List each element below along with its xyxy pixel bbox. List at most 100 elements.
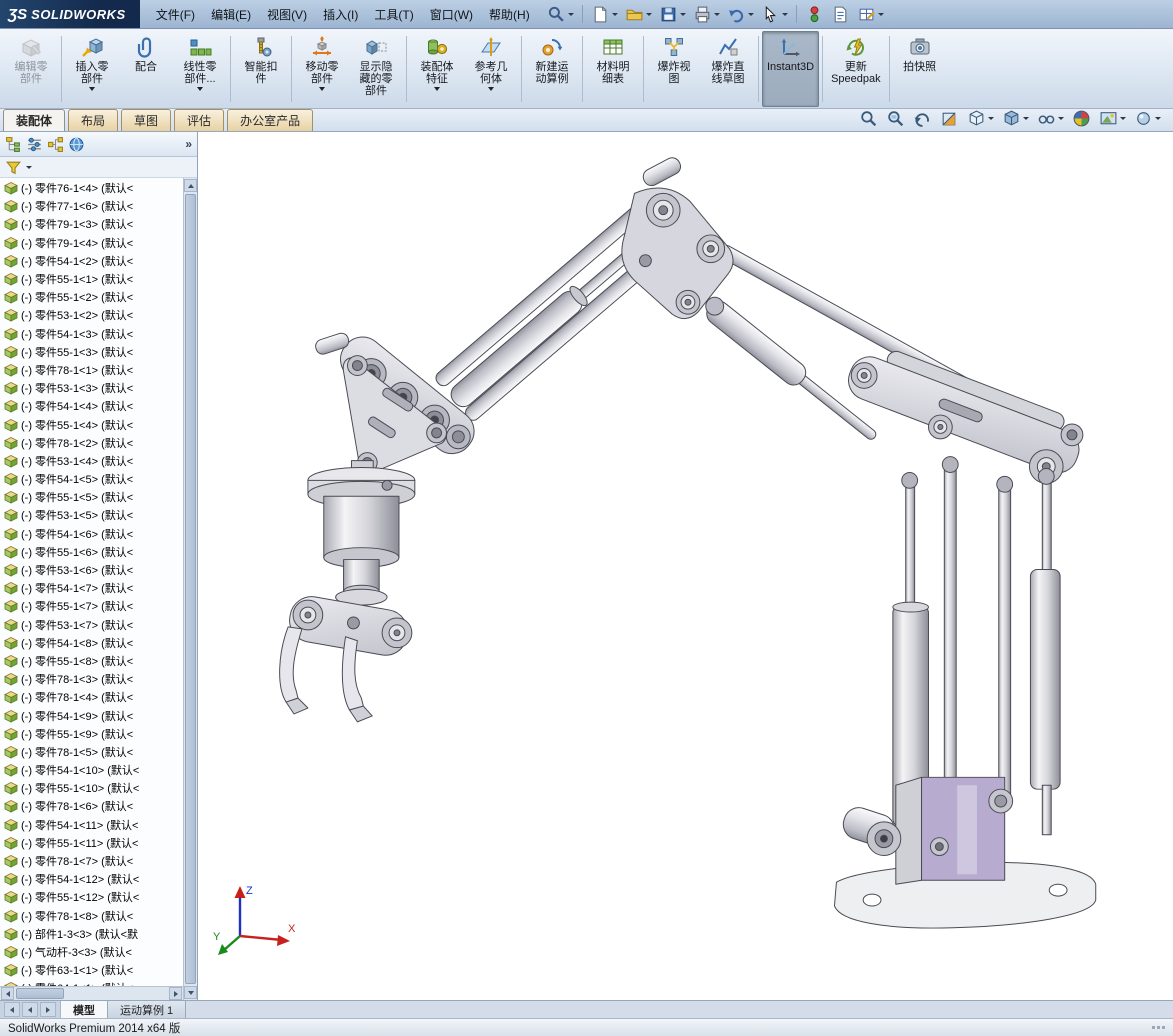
- hide-show-items-button[interactable]: [1035, 108, 1066, 129]
- tree-item[interactable]: (-) 零件53-1<3> (默认<: [0, 379, 183, 397]
- move-component-button[interactable]: 移动零 部件: [295, 31, 349, 107]
- tab-evaluate[interactable]: 评估: [174, 109, 224, 131]
- tree-item[interactable]: (-) 零件78-1<1> (默认<: [0, 361, 183, 379]
- update-speedpak-button[interactable]: 更新 Speedpak: [826, 31, 886, 107]
- undo-button[interactable]: [724, 3, 757, 26]
- open-button[interactable]: [622, 3, 655, 26]
- panel-expand-chevron[interactable]: »: [185, 137, 192, 151]
- tab-assembly[interactable]: 装配体: [3, 109, 65, 131]
- section-view-button[interactable]: [938, 108, 961, 129]
- save-button[interactable]: [656, 3, 689, 26]
- tree-item[interactable]: (-) 零件79-1<3> (默认<: [0, 215, 183, 233]
- edit-component-button[interactable]: 编辑零 部件: [4, 31, 58, 107]
- tab-office-products[interactable]: 办公室产品: [227, 109, 313, 131]
- tree-item[interactable]: (-) 零件53-1<6> (默认<: [0, 561, 183, 579]
- exploded-view-button[interactable]: 爆炸视 图: [647, 31, 701, 107]
- mate-button[interactable]: 配合: [119, 31, 173, 107]
- tree-item[interactable]: (-) 零件54-1<10> (默认<: [0, 761, 183, 779]
- take-snapshot-button[interactable]: 拍快照: [893, 31, 947, 107]
- show-hidden-components-button[interactable]: 显示隐 藏的零 部件: [349, 31, 403, 107]
- tab-layout[interactable]: 布局: [68, 109, 118, 131]
- filter-dropdown-caret[interactable]: [26, 166, 32, 169]
- tree-item[interactable]: (-) 零件55-1<3> (默认<: [0, 343, 183, 361]
- tree-item[interactable]: (-) 零件54-1<6> (默认<: [0, 525, 183, 543]
- reference-geometry-button[interactable]: 参考几 何体: [464, 31, 518, 107]
- help-search-button[interactable]: [544, 3, 577, 26]
- tree-item[interactable]: (-) 零件55-1<11> (默认<: [0, 834, 183, 852]
- smart-fasteners-button[interactable]: 智能扣 件: [234, 31, 288, 107]
- tree-item[interactable]: (-) 零件55-1<7> (默认<: [0, 597, 183, 615]
- graphics-area[interactable]: Z X Y: [198, 132, 1173, 1000]
- tree-item[interactable]: (-) 零件55-1<12> (默认<: [0, 888, 183, 906]
- display-style-button[interactable]: [1000, 108, 1031, 129]
- tab-motion-study-1[interactable]: 运动算例 1: [108, 1001, 186, 1018]
- configurationmanager-icon[interactable]: [47, 136, 64, 153]
- tree-item[interactable]: (-) 零件54-1<12> (默认<: [0, 870, 183, 888]
- next-tab-button[interactable]: [40, 1002, 56, 1017]
- view-orientation-button[interactable]: [965, 108, 996, 129]
- zoom-area-button[interactable]: [884, 108, 907, 129]
- select-button[interactable]: [758, 3, 791, 26]
- tree-item[interactable]: (-) 零件55-1<5> (默认<: [0, 488, 183, 506]
- tree-item[interactable]: (-) 零件55-1<8> (默认<: [0, 652, 183, 670]
- tree-item[interactable]: (-) 零件55-1<6> (默认<: [0, 543, 183, 561]
- instant3d-button[interactable]: Instant3D: [762, 31, 819, 107]
- tree-item[interactable]: (-) 零件55-1<9> (默认<: [0, 725, 183, 743]
- tree-item[interactable]: (-) 零件54-1<2> (默认<: [0, 252, 183, 270]
- tree-item[interactable]: (-) 零件54-1<5> (默认<: [0, 470, 183, 488]
- tree-item[interactable]: (-) 零件55-1<10> (默认<: [0, 779, 183, 797]
- tree-item[interactable]: (-) 零件53-1<5> (默认<: [0, 506, 183, 524]
- tree-horizontal-scrollbar[interactable]: [0, 986, 183, 1000]
- tree-item[interactable]: (-) 气动杆-3<3> (默认<: [0, 943, 183, 961]
- tree-item[interactable]: (-) 零件78-1<5> (默认<: [0, 743, 183, 761]
- vertical-scroll-thumb[interactable]: [185, 194, 196, 984]
- tree-item[interactable]: (-) 零件77-1<6> (默认<: [0, 197, 183, 215]
- tree-item[interactable]: (-) 零件54-1<11> (默认<: [0, 816, 183, 834]
- edit-appearance-button[interactable]: [1070, 108, 1093, 129]
- displaymanager-icon[interactable]: [68, 136, 85, 153]
- scroll-left-button[interactable]: [1, 987, 14, 1000]
- tree-item[interactable]: (-) 零件54-1<8> (默认<: [0, 634, 183, 652]
- tree-vertical-scrollbar[interactable]: [183, 178, 197, 1000]
- assembly-features-button[interactable]: 装配体 特征: [410, 31, 464, 107]
- menu-item[interactable]: 视图(V): [259, 2, 315, 27]
- previous-view-button[interactable]: [911, 108, 934, 129]
- new-document-button[interactable]: [588, 3, 621, 26]
- view-settings-button[interactable]: [1132, 108, 1163, 129]
- tree-item[interactable]: (-) 零件78-1<3> (默认<: [0, 670, 183, 688]
- tree-item[interactable]: (-) 零件53-1<2> (默认<: [0, 306, 183, 324]
- tree-item[interactable]: (-) 零件54-1<4> (默认<: [0, 397, 183, 415]
- tree-item[interactable]: (-) 零件76-1<4> (默认<: [0, 179, 183, 197]
- options-button[interactable]: [854, 3, 887, 26]
- tree-item[interactable]: (-) 零件53-1<4> (默认<: [0, 452, 183, 470]
- menu-item[interactable]: 文件(F): [148, 2, 203, 27]
- tree-item[interactable]: (-) 零件79-1<4> (默认<: [0, 234, 183, 252]
- tree-item[interactable]: (-) 零件78-1<8> (默认<: [0, 907, 183, 925]
- menu-item[interactable]: 窗口(W): [422, 2, 481, 27]
- tree-item[interactable]: (-) 零件63-1<1> (默认<: [0, 961, 183, 979]
- menu-item[interactable]: 插入(I): [315, 2, 366, 27]
- tree-item[interactable]: (-) 零件78-1<4> (默认<: [0, 688, 183, 706]
- apply-scene-button[interactable]: [1097, 108, 1128, 129]
- tree-item[interactable]: (-) 零件55-1<2> (默认<: [0, 288, 183, 306]
- tree-item[interactable]: (-) 零件54-1<7> (默认<: [0, 579, 183, 597]
- zoom-fit-button[interactable]: [857, 108, 880, 129]
- first-tab-button[interactable]: [4, 1002, 20, 1017]
- tree-item[interactable]: (-) 零件55-1<1> (默认<: [0, 270, 183, 288]
- tree-item[interactable]: (-) 零件78-1<7> (默认<: [0, 852, 183, 870]
- file-properties-button[interactable]: [828, 3, 853, 26]
- menu-item[interactable]: 工具(T): [366, 2, 421, 27]
- menu-item[interactable]: 编辑(E): [203, 2, 259, 27]
- tree-item[interactable]: (-) 零件55-1<4> (默认<: [0, 415, 183, 433]
- rebuild-button[interactable]: [802, 3, 827, 26]
- bom-button[interactable]: 材料明 细表: [586, 31, 640, 107]
- featuremanager-tree-icon[interactable]: [5, 136, 22, 153]
- new-motion-study-button[interactable]: 新建运 动算例: [525, 31, 579, 107]
- scroll-right-button[interactable]: [169, 987, 182, 1000]
- tab-model[interactable]: 模型: [61, 1001, 108, 1018]
- insert-component-button[interactable]: 插入零 部件: [65, 31, 119, 107]
- prev-tab-button[interactable]: [22, 1002, 38, 1017]
- scroll-up-button[interactable]: [184, 179, 197, 192]
- tree-item[interactable]: (-) 部件1-3<3> (默认<默: [0, 925, 183, 943]
- filter-funnel-icon[interactable]: [5, 159, 22, 176]
